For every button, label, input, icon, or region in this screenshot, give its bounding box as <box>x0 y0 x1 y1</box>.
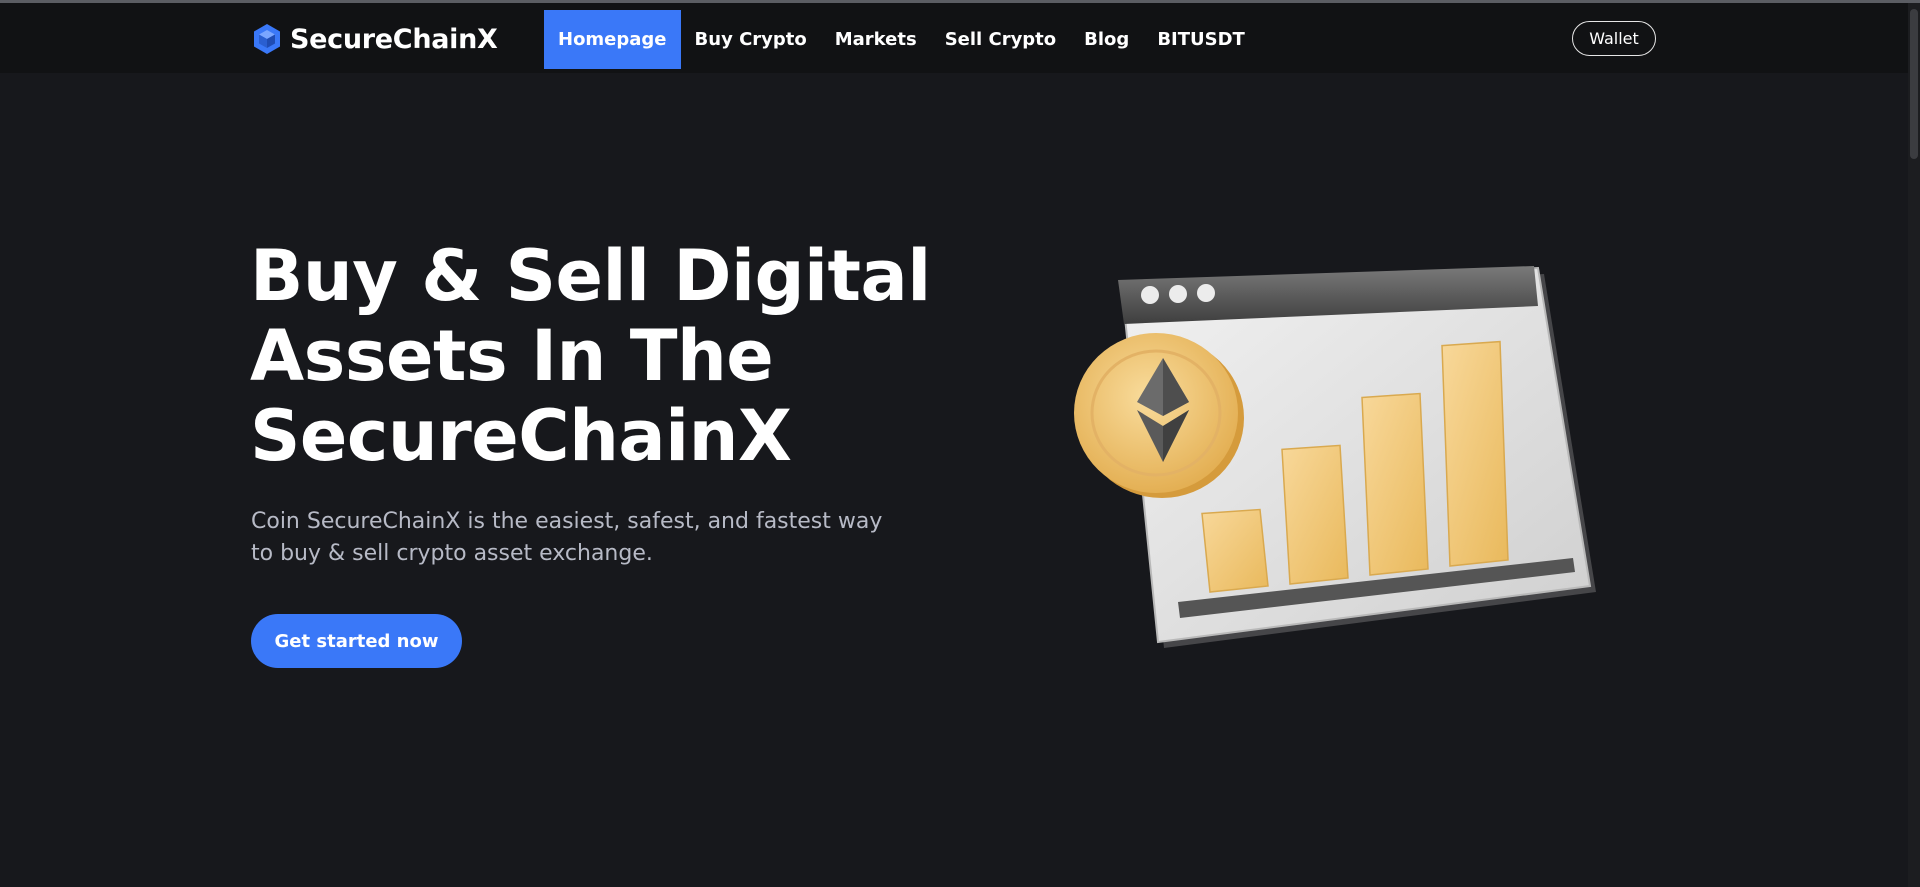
main-nav: Homepage Buy Crypto Markets Sell Crypto … <box>544 10 1259 69</box>
hero-title-line-2: Assets In The <box>250 315 774 397</box>
brand-name: SecureChainX <box>290 23 498 55</box>
nav-item-blog[interactable]: Blog <box>1070 10 1143 69</box>
hero-subtitle: Coin SecureChainX is the easiest, safest… <box>251 509 883 566</box>
chart-bar-3 <box>1361 392 1429 576</box>
get-started-button[interactable]: Get started now <box>251 614 462 668</box>
top-navbar: SecureChainX Homepage Buy Crypto Markets… <box>0 3 1908 73</box>
cube-icon <box>254 24 280 54</box>
chart-bar-1 <box>1201 508 1269 593</box>
nav-item-markets[interactable]: Markets <box>821 10 931 69</box>
nav-item-buy-crypto[interactable]: Buy Crypto <box>681 10 821 69</box>
page-scrollbar[interactable] <box>1908 3 1920 887</box>
brand-logo[interactable]: SecureChainX <box>252 22 498 56</box>
chart-bar-2 <box>1281 444 1349 585</box>
hero-illustration <box>1074 266 1596 648</box>
nav-item-bitusdt[interactable]: BITUSDT <box>1143 10 1259 69</box>
nav-item-homepage[interactable]: Homepage <box>544 10 681 69</box>
hero-title: Buy & Sell Digital Assets In The SecureC… <box>250 236 950 476</box>
scrollbar-thumb[interactable] <box>1910 9 1918 159</box>
hero-title-line-1: Buy & Sell Digital <box>250 235 931 317</box>
nav-item-sell-crypto[interactable]: Sell Crypto <box>931 10 1070 69</box>
wallet-button[interactable]: Wallet <box>1572 21 1656 56</box>
hero-title-line-3: SecureChainX <box>250 395 792 477</box>
chart-bar-4 <box>1441 340 1509 567</box>
